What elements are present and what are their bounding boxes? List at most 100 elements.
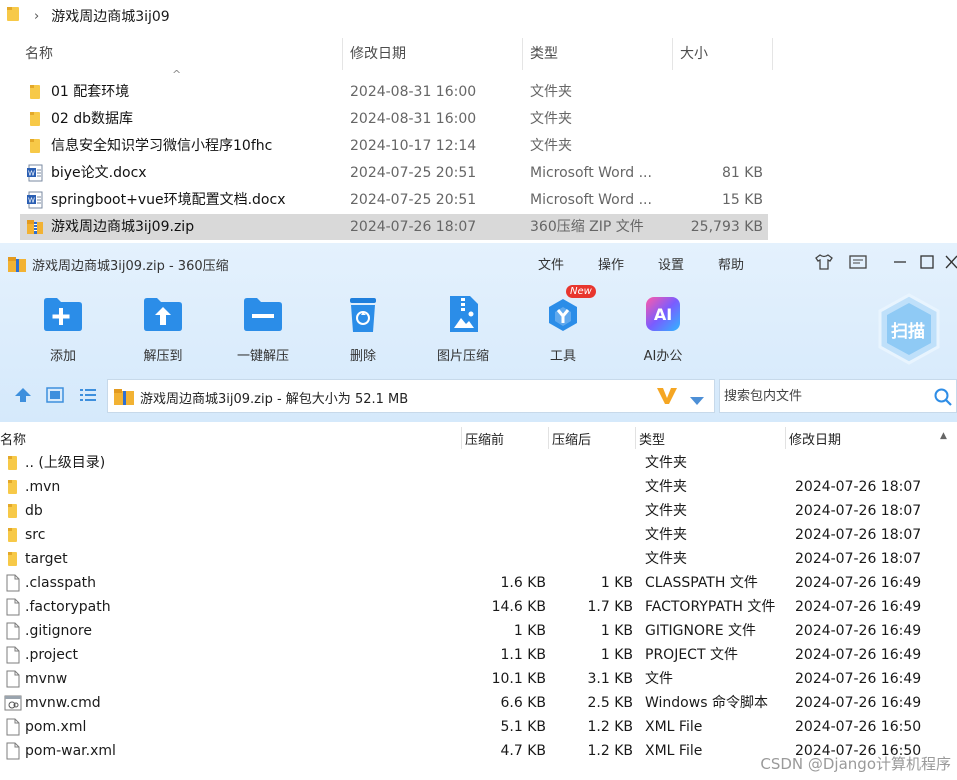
search-icon[interactable] (934, 388, 952, 410)
column-type[interactable]: 类型 (639, 429, 665, 448)
zip-column-header: 名称 压缩前 压缩后 类型 修改日期 ▲ (0, 427, 957, 449)
entry-name: mvnw (25, 671, 68, 687)
column-divider[interactable] (635, 427, 636, 449)
toolbar-image-compress-button[interactable]: 图片压缩 (420, 291, 506, 364)
explorer-row[interactable]: W biye论文.docx 2024-07-25 20:51 Microsoft… (20, 160, 768, 186)
explorer-row[interactable]: 02 db数据库 2024-08-31 16:00 文件夹 (20, 106, 768, 132)
column-divider[interactable] (772, 38, 773, 70)
address-text: 游戏周边商城3ij09.zip - 解包大小为 52.1 MB (140, 392, 409, 407)
zip-entry-row[interactable]: target 文件夹 2024-07-26 18:07 (0, 547, 957, 571)
column-name[interactable]: 名称 (0, 429, 26, 448)
column-divider[interactable] (522, 38, 523, 70)
column-size[interactable]: 大小 (674, 38, 708, 70)
file-icon (4, 670, 22, 688)
column-divider[interactable] (672, 38, 673, 70)
entry-date: 2024-07-26 18:07 (795, 479, 922, 495)
zip-entry-row[interactable]: mvnw.cmd 6.6 KB 2.5 KB Windows 命令脚本 2024… (0, 691, 957, 715)
v-logo-icon[interactable] (656, 386, 678, 410)
entry-compressed-size: 1 KB (600, 575, 633, 591)
ai-icon-text: AI (653, 304, 673, 324)
breadcrumb-current-folder[interactable]: 游戏周边商城3ij09 (51, 6, 170, 26)
zip-entry-row[interactable]: .gitignore 1 KB 1 KB GITIGNORE 文件 2024-0… (0, 619, 957, 643)
menu-settings[interactable]: 设置 (658, 254, 684, 273)
new-badge: New (566, 285, 596, 298)
add-folder-icon (20, 291, 106, 337)
entry-packed-size: 1.6 KB (500, 575, 547, 591)
menu-operation[interactable]: 操作 (598, 254, 624, 273)
zip-entry-row[interactable]: pom.xml 5.1 KB 1.2 KB XML File 2024-07-2… (0, 715, 957, 739)
column-name[interactable]: 名称 (19, 38, 53, 70)
toolbar-extract-to-button[interactable]: 解压到 (120, 291, 206, 364)
toolbar-tools-button[interactable]: New 工具 (520, 285, 606, 364)
column-date[interactable]: 修改日期 (789, 429, 841, 448)
up-arrow-icon[interactable] (14, 387, 32, 407)
skin-shirt-icon[interactable] (814, 253, 834, 275)
file-type: 文件夹 (530, 84, 572, 100)
zip-entry-row[interactable]: db 文件夹 2024-07-26 18:07 (0, 499, 957, 523)
column-divider[interactable] (548, 427, 549, 449)
view-list-icon[interactable] (79, 387, 97, 407)
address-bar[interactable]: 游戏周边商城3ij09.zip - 解包大小为 52.1 MB (107, 379, 715, 413)
zip-entry-row[interactable]: mvnw 10.1 KB 3.1 KB 文件 2024-07-26 16:49 (0, 667, 957, 691)
entry-name: src (25, 527, 46, 543)
toolbar-add-button[interactable]: 添加 (20, 291, 106, 364)
entry-name: pom.xml (25, 719, 87, 735)
file-icon (4, 742, 22, 760)
chevron-right-icon[interactable]: › (34, 9, 39, 24)
column-divider[interactable] (785, 427, 786, 449)
menu-help[interactable]: 帮助 (718, 254, 744, 273)
scan-button[interactable]: 扫描 (874, 291, 944, 375)
view-thumbnail-icon[interactable] (46, 387, 64, 407)
close-icon[interactable] (945, 253, 957, 275)
entry-type: 文件夹 (645, 551, 687, 567)
toolbar-one-click-extract-button[interactable]: 一键解压 (220, 291, 306, 364)
entry-compressed-size: 3.1 KB (587, 671, 634, 687)
zip-entry-row[interactable]: .. (上级目录) 文件夹 (0, 451, 957, 475)
explorer-row-selected[interactable]: 游戏周边商城3ij09.zip 2024-07-26 18:07 360压缩 Z… (20, 214, 768, 240)
file-size: 81 KB (721, 165, 763, 181)
explorer-row[interactable]: 01 配套环境 2024-08-31 16:00 文件夹 (20, 79, 768, 105)
entry-compressed-size: 1.2 KB (587, 743, 634, 759)
tools-icon: New (520, 285, 606, 337)
one-click-extract-icon (220, 291, 306, 337)
menu-file[interactable]: 文件 (538, 254, 564, 273)
zip-entry-row[interactable]: .mvn 文件夹 2024-07-26 18:07 (0, 475, 957, 499)
toolbar-ai-office-button[interactable]: AI AI办公 (620, 291, 706, 364)
folder-icon (4, 526, 22, 544)
entry-packed-size: 6.6 KB (500, 695, 547, 711)
message-icon[interactable] (848, 253, 868, 275)
entry-packed-size: 5.1 KB (500, 719, 547, 735)
zip-title-bar: 游戏周边商城3ij09.zip - 360压缩 文件 操作 设置 帮助 (0, 243, 957, 283)
file-type: 文件夹 (530, 111, 572, 127)
file-type: 360压缩 ZIP 文件 (530, 219, 644, 235)
file-type: Microsoft Word ... (530, 192, 652, 208)
entry-name: .. (上级目录) (25, 455, 106, 471)
entry-type: 文件 (645, 671, 673, 687)
zip-entry-row[interactable]: .factorypath 14.6 KB 1.7 KB FACTORYPATH … (0, 595, 957, 619)
minimize-icon[interactable] (893, 253, 907, 275)
column-packed[interactable]: 压缩前 (465, 429, 504, 448)
entry-type: 文件夹 (645, 527, 687, 543)
entry-type: CLASSPATH 文件 (645, 575, 758, 591)
search-field[interactable] (719, 379, 957, 413)
file-name: 游戏周边商城3ij09.zip (51, 219, 195, 235)
column-divider[interactable] (461, 427, 462, 449)
scroll-up-icon[interactable]: ▲ (940, 431, 947, 441)
maximize-icon[interactable] (920, 253, 934, 275)
zip-entry-row[interactable]: .project 1.1 KB 1 KB PROJECT 文件 2024-07-… (0, 643, 957, 667)
zip-entry-row[interactable]: src 文件夹 2024-07-26 18:07 (0, 523, 957, 547)
explorer-row[interactable]: W springboot+vue环境配置文档.docx 2024-07-25 2… (20, 187, 768, 213)
chevron-down-icon[interactable] (690, 393, 704, 409)
column-divider[interactable] (342, 38, 343, 70)
entry-name: .factorypath (25, 599, 111, 615)
toolbar-delete-button[interactable]: 删除 (320, 291, 406, 364)
entry-packed-size: 14.6 KB (491, 599, 546, 615)
column-date[interactable]: 修改日期 (344, 38, 406, 70)
column-compressed[interactable]: 压缩后 (552, 429, 591, 448)
explorer-row[interactable]: 信息安全知识学习微信小程序10fhc 2024-10-17 12:14 文件夹 (20, 133, 768, 159)
toolbar-label: 添加 (49, 349, 76, 364)
zip-entry-row[interactable]: .classpath 1.6 KB 1 KB CLASSPATH 文件 2024… (0, 571, 957, 595)
folder-icon (4, 478, 22, 496)
search-input[interactable] (724, 386, 924, 406)
column-type[interactable]: 类型 (524, 38, 558, 70)
